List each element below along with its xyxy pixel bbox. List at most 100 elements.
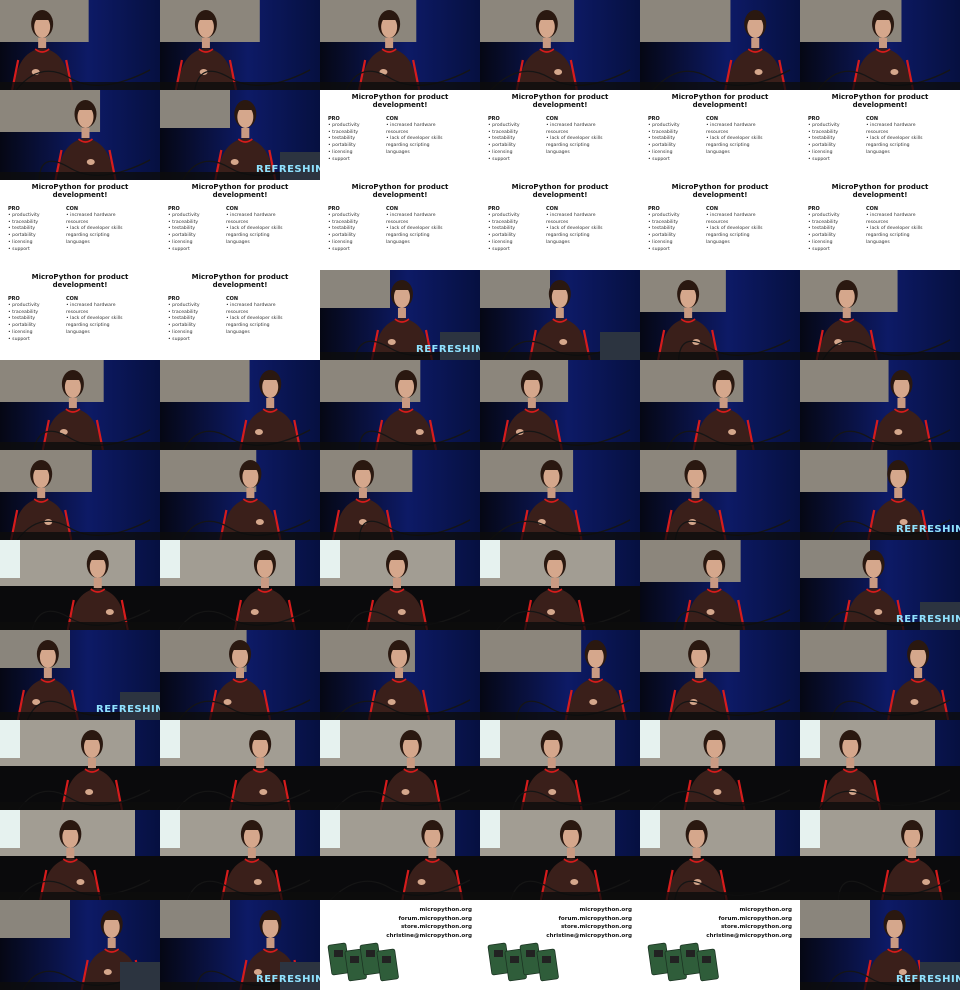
list-item: • increased hardware [546,122,596,128]
speaker-scene [0,900,160,990]
speaker-thumbnail [480,540,640,630]
contact-line: forum.micropython.org [398,915,473,922]
speaker-thumbnail [640,810,800,900]
list-item: • support [168,336,190,342]
list-item: regarding scripting [866,143,910,149]
speaker-thumbnail [800,810,960,900]
slide-title: MicroPython for product development! [31,183,129,199]
speaker-thumbnail [640,450,800,540]
speaker-thumbnail [0,360,160,450]
speaker-thumbnail [640,360,800,450]
list-item: regarding scripting [386,233,430,239]
brand-banner: REFRESHING [896,524,960,535]
speaker-scene [160,360,320,450]
list-item: • support [8,336,30,342]
list-item: • increased hardware [866,122,916,128]
speaker-scene [640,360,800,450]
list-item: • increased hardware [706,122,756,128]
con-list: CON • increased hardware resources • lack … [546,206,616,247]
speaker-thumbnail [0,810,160,900]
list-item: • support [808,246,830,252]
speaker-scene [480,270,640,360]
boards-photo [487,942,559,982]
list-item: languages [66,329,90,335]
speaker-scene [800,810,960,900]
list-item: regarding scripting [226,323,270,329]
list-item: regarding scripting [66,233,110,239]
speaker-thumbnail [320,540,480,630]
speaker-scene [640,720,800,810]
brand-banner: REFRESHING [896,614,960,625]
slide-title: MicroPython for product development! [31,273,129,289]
con-list: CON • increased hardware resources • lack … [866,116,936,157]
list-item: regarding scripting [66,323,110,329]
speaker-thumbnail [640,720,800,810]
speaker-thumbnail [480,0,640,90]
list-item: • increased hardware [66,212,116,218]
speaker-thumbnail: REFRESHING [160,900,320,990]
slide-thumbnail: MicroPython for product development! PRO • … [640,90,800,180]
contact-line: forum.micropython.org [558,915,633,922]
speaker-scene [800,0,960,90]
speaker-thumbnail [480,810,640,900]
list-item: • support [488,246,510,252]
speaker-thumbnail [640,0,800,90]
con-list: CON • increased hardware resources • lack … [66,296,136,337]
speaker-scene [640,0,800,90]
speaker-thumbnail [160,810,320,900]
speaker-thumbnail [800,720,960,810]
speaker-thumbnail: REFRESHING [800,540,960,630]
list-item: • support [328,156,350,162]
speaker-thumbnail [160,540,320,630]
speaker-thumbnail [160,0,320,90]
speaker-scene [800,270,960,360]
slide-thumbnail: MicroPython for product development! PRO • … [320,180,480,270]
list-item: • support [808,156,830,162]
con-list: CON • increased hardware resources • lack … [226,206,296,247]
slide-title: MicroPython for product development! [671,93,769,109]
speaker-thumbnail [480,270,640,360]
slide-thumbnail: MicroPython for product development! PRO • … [160,270,320,360]
speaker-thumbnail [480,450,640,540]
speaker-scene [160,810,320,900]
slide-title: MicroPython for product development! [351,93,449,109]
speaker-scene [480,720,640,810]
list-item: languages [386,149,410,155]
con-list: CON • increased hardware resources • lack … [706,116,776,157]
speaker-scene [160,450,320,540]
brand-banner: REFRESHING [96,704,160,715]
speaker-thumbnail [800,0,960,90]
speaker-thumbnail [640,540,800,630]
contact-lines: micropython.org forum.micropython.org stor… [546,906,632,940]
speaker-thumbnail [0,540,160,630]
list-item: • support [648,156,670,162]
speaker-scene [320,360,480,450]
boards-photo [327,942,399,982]
speaker-scene [800,720,960,810]
speaker-thumbnail [800,630,960,720]
list-item: • increased hardware [546,212,596,218]
list-item: • increased hardware [706,212,756,218]
list-item: • support [328,246,350,252]
list-item: languages [706,239,730,245]
speaker-scene [800,630,960,720]
speaker-scene [480,360,640,450]
speaker-scene [320,0,480,90]
slide-title: MicroPython for product development! [671,183,769,199]
speaker-scene [160,0,320,90]
speaker-thumbnail [320,810,480,900]
speaker-scene [640,450,800,540]
slide-thumbnail: MicroPython for product development! PRO • … [0,180,160,270]
slide-thumbnail: MicroPython for product development! PRO • … [320,90,480,180]
speaker-scene [480,450,640,540]
contact-lines: micropython.org forum.micropython.org stor… [706,906,792,940]
list-item: • increased hardware [866,212,916,218]
speaker-scene [0,0,160,90]
speaker-scene [0,810,160,900]
speaker-thumbnail [0,450,160,540]
speaker-thumbnail [320,450,480,540]
list-item: languages [226,239,250,245]
list-item: regarding scripting [706,233,750,239]
speaker-thumbnail [480,720,640,810]
boards-photo [647,942,719,982]
